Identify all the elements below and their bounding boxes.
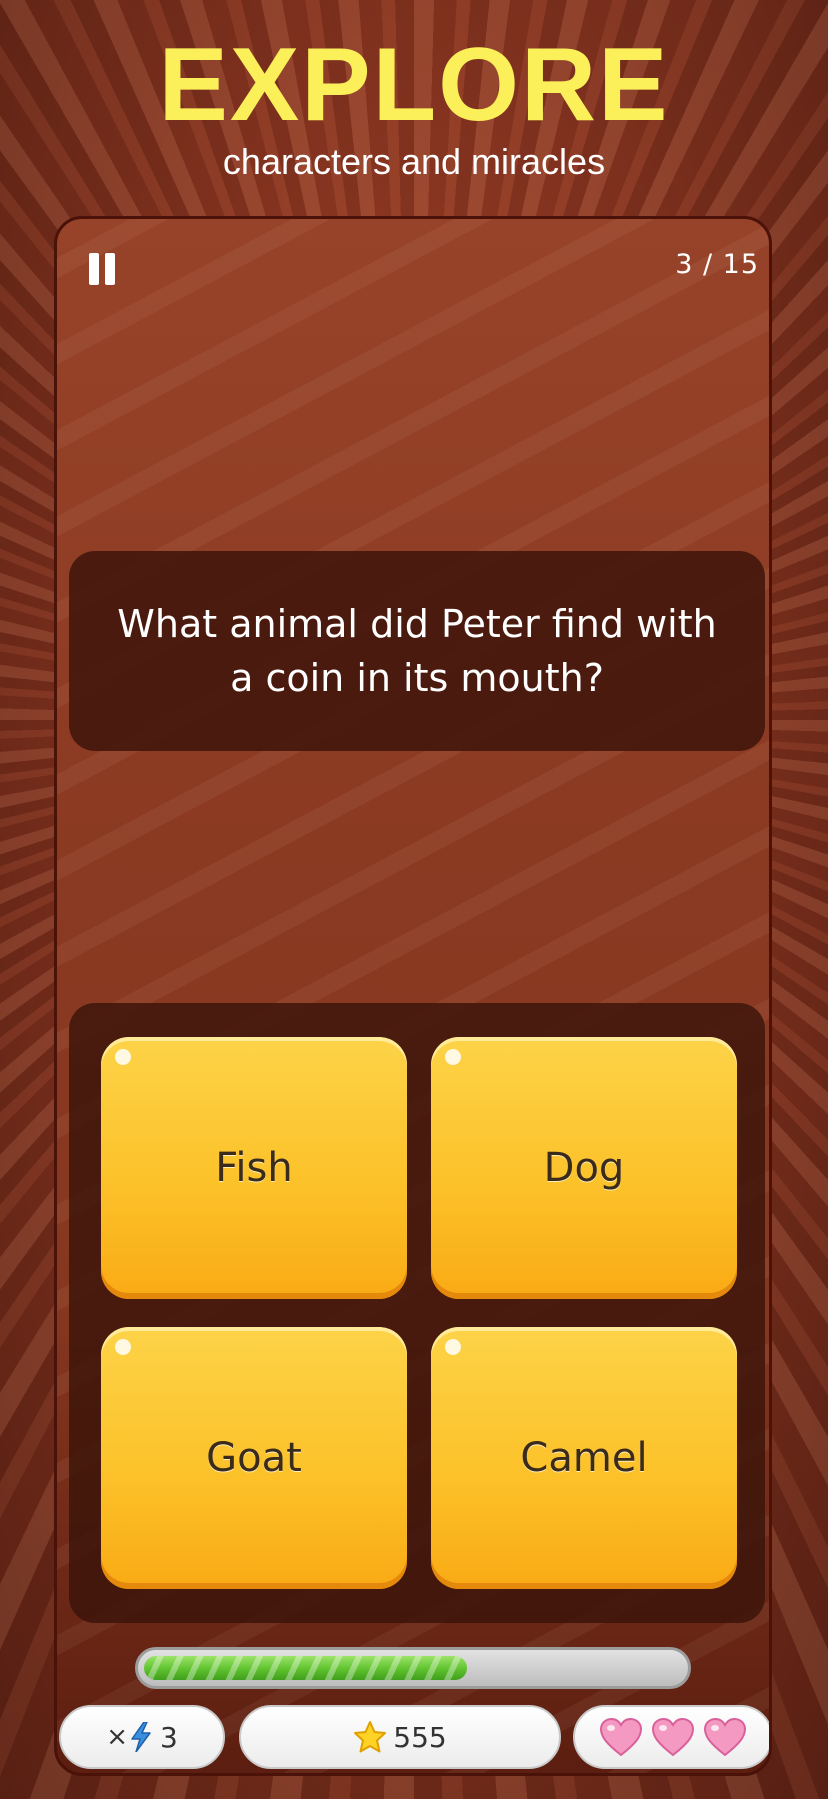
pause-button[interactable] bbox=[89, 253, 119, 285]
stars-counter[interactable]: 555 bbox=[239, 1705, 561, 1769]
button-shine bbox=[445, 1049, 461, 1065]
lightning-bolt-icon bbox=[131, 1722, 151, 1752]
game-screen: 3 / 15 What animal did Peter find with a… bbox=[54, 216, 772, 1776]
lives-counter[interactable] bbox=[573, 1705, 769, 1769]
promo-subtitle: characters and miracles bbox=[222, 141, 606, 182]
answer-label: Dog bbox=[543, 1145, 625, 1191]
boost-counter[interactable]: × 3 bbox=[59, 1705, 225, 1769]
answer-label: Camel bbox=[520, 1435, 648, 1481]
stars-count: 555 bbox=[393, 1720, 447, 1754]
promo-title: EXPLORE bbox=[158, 27, 670, 143]
boost-count: 3 bbox=[159, 1720, 178, 1754]
button-shine bbox=[445, 1339, 461, 1355]
answer-label: Fish bbox=[215, 1145, 293, 1191]
button-shine bbox=[115, 1339, 131, 1355]
answers-panel: Fish Dog Goat Camel bbox=[69, 1003, 765, 1623]
button-shine bbox=[115, 1049, 131, 1065]
progress-bar bbox=[135, 1647, 691, 1689]
answer-label: Goat bbox=[206, 1435, 302, 1481]
multiplier-sign: × bbox=[106, 1722, 128, 1752]
answer-button-4[interactable]: Camel bbox=[431, 1327, 737, 1589]
heart-icon bbox=[599, 1717, 643, 1757]
heart-icon bbox=[651, 1717, 695, 1757]
progress-fill bbox=[144, 1656, 467, 1680]
answer-button-3[interactable]: Goat bbox=[101, 1327, 407, 1589]
question-text: What animal did Peter find with a coin i… bbox=[117, 602, 717, 700]
answer-button-1[interactable]: Fish bbox=[101, 1037, 407, 1299]
question-counter: 3 / 15 bbox=[675, 249, 759, 280]
answer-button-2[interactable]: Dog bbox=[431, 1037, 737, 1299]
star-icon bbox=[354, 1721, 387, 1753]
heart-icon bbox=[703, 1717, 747, 1757]
pause-icon bbox=[89, 253, 99, 285]
promo-header: EXPLORE characters and miracles bbox=[0, 30, 828, 182]
question-card: What animal did Peter find with a coin i… bbox=[69, 551, 765, 751]
pause-icon-bar bbox=[105, 253, 115, 285]
